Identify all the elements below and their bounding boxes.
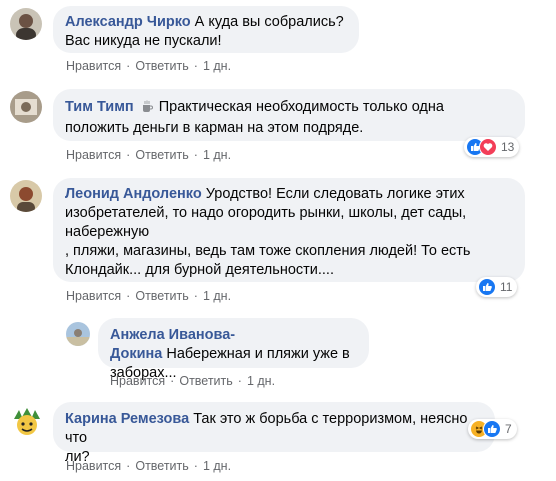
love-icon <box>479 138 497 156</box>
comment-bubble: Карина Ремезова Так это ж борьба с террор… <box>53 402 495 465</box>
avatar[interactable] <box>10 91 42 123</box>
reaction-summary[interactable]: 11 <box>476 277 518 297</box>
comment-text-line: изобретателей, то надо огородить рынки, … <box>65 205 467 221</box>
coffee-cup-icon <box>141 100 153 119</box>
avatar[interactable] <box>10 8 42 40</box>
reaction-summary[interactable]: 13 <box>464 137 520 157</box>
like-link[interactable]: Нравится <box>66 59 121 73</box>
reaction-count: 13 <box>501 140 515 154</box>
comment-time[interactable]: 1 дн. <box>203 459 231 473</box>
like-link[interactable]: Нравится <box>110 374 165 388</box>
avatar[interactable] <box>10 180 42 212</box>
comment-text-line: А куда вы собрались? <box>194 14 344 30</box>
comment-author[interactable]: Тим Тимп <box>65 99 134 115</box>
comment-author[interactable]: Александр Чирко <box>65 14 191 30</box>
reply-link[interactable]: Ответить <box>179 374 232 388</box>
comment-text-line: , пляжи, магазины, ведь там тоже скоплен… <box>65 243 471 259</box>
reaction-count: 11 <box>500 280 513 294</box>
reply-link[interactable]: Ответить <box>135 289 188 303</box>
comment-text-line: набережную <box>65 224 150 240</box>
comment-text-line: Набережная и пляжи уже в <box>166 346 350 362</box>
comment-text-line: Вас никуда не пускали! <box>65 33 222 49</box>
avatar[interactable] <box>66 322 90 346</box>
comment-actions: Нравится · Ответить · 1 дн. <box>66 459 232 473</box>
like-icon <box>478 278 496 296</box>
like-link[interactable]: Нравится <box>66 148 121 162</box>
reply-link[interactable]: Ответить <box>135 148 188 162</box>
comment-bubble: Тим Тимп Практическая необходимость толь… <box>53 89 525 141</box>
comment-bubble: Леонид Андоленко Уродство! Если следовать… <box>53 178 525 282</box>
reaction-summary[interactable]: 7 <box>468 419 517 439</box>
comment-time[interactable]: 1 дн. <box>203 148 231 162</box>
like-icon <box>483 420 501 438</box>
avatar[interactable] <box>10 405 44 439</box>
comment-text-line: Практическая необходимость только одна <box>158 99 444 115</box>
comment-bubble: Александр Чирко А куда вы собрались? Вас … <box>53 6 359 53</box>
comment-text-line: положить деньги в карман на этом подряде… <box>65 120 364 136</box>
like-link[interactable]: Нравится <box>66 459 121 473</box>
comment-actions: Нравится · Ответить · 1 дн. <box>66 289 232 303</box>
comment-author[interactable]: Леонид Андоленко <box>65 186 202 202</box>
comment-text-line: Уродство! Если следовать логике этих <box>205 186 465 202</box>
comment-author[interactable]: Карина Ремезова <box>65 411 189 427</box>
comment-text-line: Клондайк... для бурной деятельности.... <box>65 262 334 278</box>
comment-actions: Нравится · Ответить · 1 дн. <box>110 374 276 388</box>
reaction-count: 7 <box>505 422 512 436</box>
comment-time[interactable]: 1 дн. <box>247 374 275 388</box>
reply-link[interactable]: Ответить <box>135 459 188 473</box>
comment-actions: Нравится · Ответить · 1 дн. <box>66 59 232 73</box>
comment-actions: Нравится · Ответить · 1 дн. <box>66 148 232 162</box>
comment-time[interactable]: 1 дн. <box>203 289 231 303</box>
comment-bubble: Анжела Иванова-Докина Набережная и пляжи … <box>98 318 369 381</box>
reply-link[interactable]: Ответить <box>135 59 188 73</box>
like-link[interactable]: Нравится <box>66 289 121 303</box>
comment-time[interactable]: 1 дн. <box>203 59 231 73</box>
